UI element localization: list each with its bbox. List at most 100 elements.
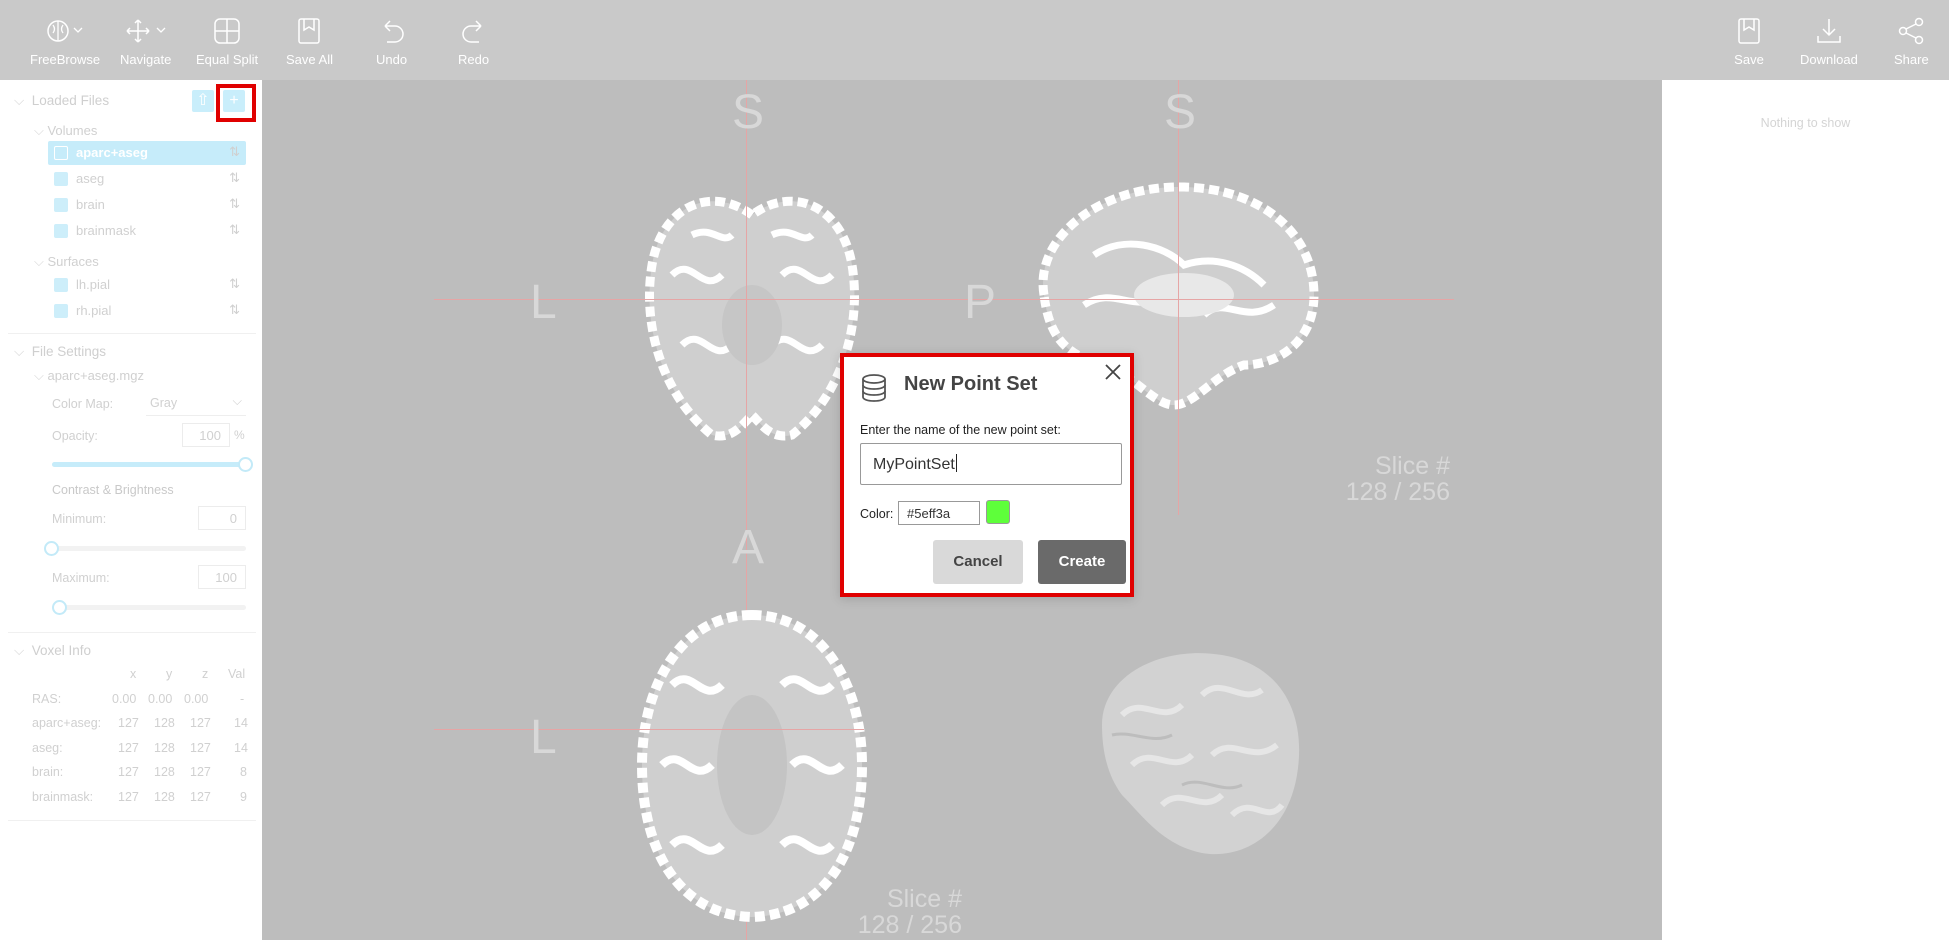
redo-button[interactable]: Redo [458,16,489,67]
app-root: FreeBrowse Navigate Equal Split Save All [0,0,1949,940]
slice-label: Slice # [1374,452,1450,480]
visibility-checkbox[interactable] [54,304,68,318]
minimum-slider[interactable] [52,546,246,551]
undo-button[interactable]: Undo [376,16,407,67]
navigate-button[interactable]: Navigate [120,16,171,67]
share-label: Share [1894,52,1929,67]
voxel-row-name: brain: [32,765,64,779]
visibility-checkbox[interactable] [54,146,68,160]
surface-row-rh-pial[interactable]: rh.pial ⇅ [48,299,246,323]
volume-row-brainmask[interactable]: brainmask ⇅ [48,219,246,243]
minimum-slider-handle[interactable] [44,541,59,556]
voxel-row-x: 127 [118,741,139,755]
axial-brain-slice [636,609,868,923]
voxel-row-aseg: aseg: 127 128 127 14 [30,741,250,761]
maximum-input[interactable]: 100 [198,565,246,589]
maximum-slider[interactable] [52,605,246,610]
create-button[interactable]: Create [1038,540,1126,584]
save-icon [1738,18,1760,44]
chevron-down-icon: ⌵ [232,394,242,408]
divider [8,820,256,821]
visibility-checkbox[interactable] [54,224,68,238]
minimum-input[interactable]: 0 [198,506,246,530]
opacity-unit: % [234,428,245,442]
voxel-row-val: 14 [234,741,248,755]
coronal-superior-label: S [732,86,765,139]
voxel-row-brain: brain: 127 128 127 8 [30,765,250,785]
freebrowse-button[interactable]: FreeBrowse [30,16,100,67]
volume-row-aseg[interactable]: aseg ⇅ [48,167,246,191]
color-label: Color: [860,507,894,521]
crosshair-horizontal [434,729,864,730]
voxel-header-val: Val [228,667,246,681]
dialog-title: New Point Set [904,373,1038,395]
undo-label: Undo [376,52,408,67]
save-all-button[interactable]: Save All [286,16,333,67]
brain-icon [47,20,83,42]
upload-button[interactable]: ⇧ [192,90,214,112]
voxel-row-y: 128 [154,741,175,755]
surface-label: rh.pial [76,303,112,318]
opacity-slider[interactable] [52,462,246,467]
equal-split-button[interactable]: Equal Split [196,16,258,67]
surfaces-header[interactable]: ⌵ Surfaces [34,254,99,270]
voxel-row-ras: RAS: 0.00 0.00 0.00 - [30,692,250,712]
redo-icon [461,20,482,43]
voxel-row-y: 128 [154,790,175,804]
maximum-label: Maximum: [52,571,110,585]
new-point-set-dialog: New Point Set Enter the name of the new … [840,353,1134,597]
surface-row-lh-pial[interactable]: lh.pial ⇅ [48,273,246,297]
chevron-down-icon: ⌵ [34,123,48,138]
voxel-row-y: 0.00 [148,692,173,706]
file-settings-title: File Settings [31,344,107,359]
loaded-files-header[interactable]: ⌵ Loaded Files [14,93,109,109]
voxel-row-val: - [240,692,245,706]
color-map-select[interactable]: Gray ⌵ [146,392,246,416]
coronal-brain-slice [645,196,859,441]
voxel-row-y: 128 [154,716,175,730]
voxel-header-y: y [166,667,173,681]
sort-icon[interactable]: ⇅ [229,302,240,318]
voxel-info-title: Voxel Info [31,643,92,658]
save-button[interactable]: Save [1734,16,1764,67]
grid-icon [214,18,240,44]
volume-row-brain[interactable]: brain ⇅ [48,193,246,217]
visibility-checkbox[interactable] [54,198,68,212]
undo-icon [384,20,404,43]
voxel-row-val: 14 [234,716,248,730]
volumes-header[interactable]: ⌵ Volumes [34,123,97,139]
voxel-row-x: 0.00 [112,692,137,706]
sort-icon[interactable]: ⇅ [229,222,240,238]
visibility-checkbox[interactable] [54,172,68,186]
download-icon [1817,19,1841,43]
cancel-button[interactable]: Cancel [933,540,1023,584]
sort-icon[interactable]: ⇅ [229,144,240,160]
visibility-checkbox[interactable] [54,278,68,292]
right-panel: Nothing to show [1662,80,1949,940]
opacity-input[interactable]: 100 [182,423,230,447]
color-hex-input[interactable]: #5eff3a [898,501,980,525]
volume-row-aparc-aseg[interactable]: aparc+aseg ⇅ [48,141,246,165]
sort-icon[interactable]: ⇅ [229,276,240,292]
divider [8,333,256,334]
volume-label: aparc+aseg [76,145,148,160]
volumes-title: Volumes [47,123,98,138]
sort-icon[interactable]: ⇅ [229,170,240,186]
file-settings-header[interactable]: ⌵ File Settings [14,344,106,360]
sort-icon[interactable]: ⇅ [229,196,240,212]
maximum-slider-handle[interactable] [52,600,67,615]
point-set-name-input[interactable]: MyPointSet [860,443,1122,485]
share-button[interactable]: Share [1894,16,1929,67]
chevron-down-icon: ⌵ [34,254,48,269]
close-icon[interactable] [1102,361,1124,383]
file-name-header[interactable]: ⌵ aparc+aseg.mgz [34,368,144,384]
voxel-info-header[interactable]: ⌵ Voxel Info [14,643,91,659]
opacity-slider-handle[interactable] [238,457,253,472]
database-icon [862,374,886,402]
loaded-files-title: Loaded Files [31,93,110,108]
voxel-header-row: x y z Val [30,667,250,687]
color-swatch[interactable] [986,500,1010,524]
download-button[interactable]: Download [1800,16,1858,67]
save-label: Save [1734,52,1764,67]
add-file-highlight [216,84,256,122]
